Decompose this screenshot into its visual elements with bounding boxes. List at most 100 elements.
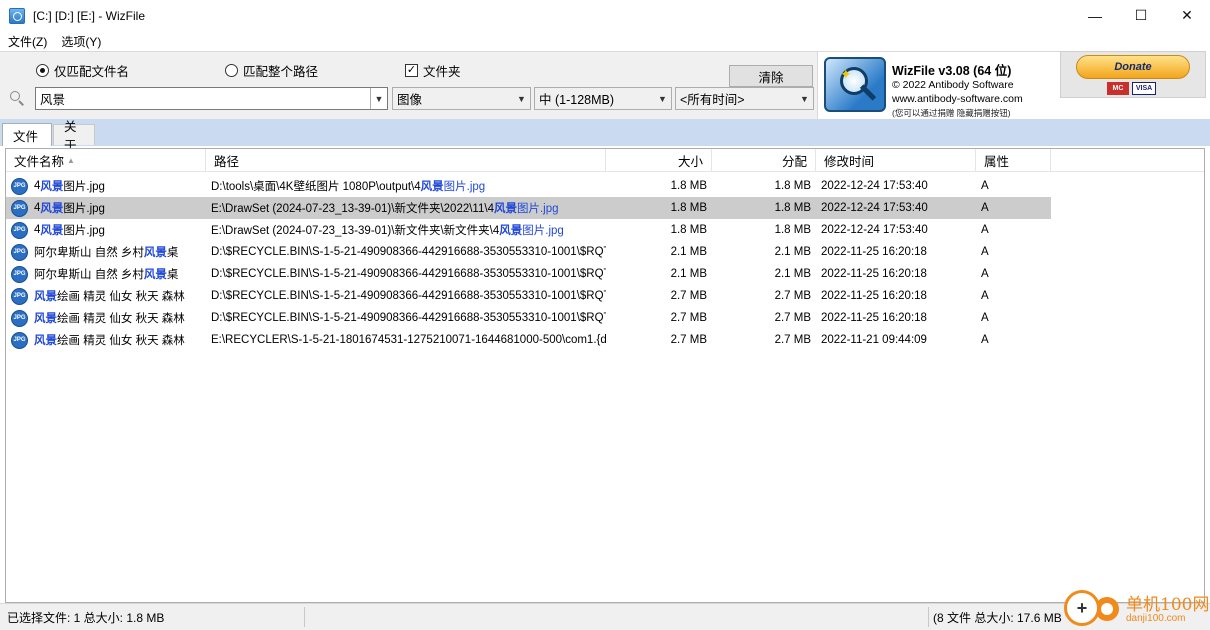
table-row[interactable]: JPG 风景 绘画 精灵 仙女 秋天 森林 E:\RECYCLER\S-1-5-21… [6,329,1051,351]
about-panel: ✦ WizFile v3.08 (64 位) © 2022 Antibody S… [817,51,1060,119]
tab-strip: 文件 关于 [0,119,1210,153]
donate-button[interactable]: Donate [1076,55,1190,79]
jpg-file-icon: JPG [11,177,28,195]
watermark-url: danji100.com [1126,613,1186,624]
cell-attributes: A [981,180,989,192]
table-row[interactable]: JPG 4 风景 图片.jpg E:\DrawSet (2024-07-23_13-39… [6,219,1051,241]
cell-modified: 2022-12-24 17:53:40 [821,224,928,236]
search-match-text: 图片.jpg [63,181,105,193]
search-match-text: 桌 [166,247,179,259]
column-header-modified[interactable]: 修改时间 [816,149,976,172]
column-header-path[interactable]: 路径 [206,149,606,172]
type-filter-select[interactable]: 图像 ▼ [392,87,531,110]
text-segment: D:\tools\桌面\4K壁纸图片 1080P\output\4 [211,181,421,193]
text-segment: 阿尔卑斯山 自然 乡村 [34,247,144,259]
cell-name: JPG 4 风景 图片.jpg [6,197,206,219]
cell-attributes: A [981,202,989,214]
search-match-text: 风景 [493,203,517,215]
match-fullpath-radio[interactable]: 匹配整个路径 [225,61,318,80]
donate-panel: Donate MC VISA [1060,51,1206,98]
table-row[interactable]: JPG 风景 绘画 精灵 仙女 秋天 森林 D:\$RECYCLE.BIN\S-1-… [6,285,1051,307]
tab-files[interactable]: 文件 [2,123,52,146]
menu-file[interactable]: 文件(Z) [0,33,54,50]
minimize-button[interactable]: — [1072,0,1118,31]
size-filter-select[interactable]: 中 (1-128MB) ▼ [534,87,672,110]
app-version: WizFile v3.08 (64 位) [892,64,1012,78]
cell-allocated: 1.8 MB [774,202,811,214]
cell-name: JPG 风景 绘画 精灵 仙女 秋天 森林 [6,285,206,307]
search-match-text: 图片.jpg [522,225,564,237]
wizfile-app-icon [9,7,25,24]
cell-name: JPG 阿尔卑斯山 自然 乡村 风景 桌 [6,241,206,263]
close-button[interactable]: ✕ [1164,0,1210,31]
cell-attributes: A [981,334,989,346]
time-filter-select[interactable]: <所有时间> ▼ [675,87,814,110]
text-segment: D:\$RECYCLE.BIN\S-1-5-21-490908366-44291… [211,268,606,280]
cell-attributes: A [981,224,989,236]
jpg-file-icon: JPG [11,331,28,349]
radio-checked-icon [36,64,49,77]
results-list[interactable]: 文件名称 ▲ 路径 大小 分配 修改时间 属性 JPG 4 风景 图片.jpg D:\to… [5,148,1205,603]
search-match-text: 绘画 精灵 仙女 秋天 森林 [57,313,185,325]
selection-status: 已选择文件: 1 总大小: 1.8 MB [7,611,165,625]
cell-allocated: 1.8 MB [774,180,811,192]
list-header: 文件名称 ▲ 路径 大小 分配 修改时间 属性 [6,149,1204,172]
cell-path: E:\DrawSet (2024-07-23_13-39-01)\新文件夹\新文… [206,219,606,241]
cell-path: D:\$RECYCLE.BIN\S-1-5-21-490908366-44291… [206,285,606,307]
type-filter-value: 图像 [397,93,423,107]
jpg-file-icon: JPG [11,199,28,217]
title-bar: [C:] [D:] [E:] - WizFile — ☐ ✕ [0,0,1210,31]
folders-checkbox[interactable]: ✓ 文件夹 [405,61,461,80]
cell-name: JPG 风景 绘画 精灵 仙女 秋天 森林 [6,329,206,351]
jpg-file-icon: JPG [11,309,28,327]
cell-size: 1.8 MB [670,202,707,214]
table-row[interactable]: JPG 4 风景 图片.jpg E:\DrawSet (2024-07-23_13-39… [6,197,1051,219]
cell-path: D:\$RECYCLE.BIN\S-1-5-21-490908366-44291… [206,263,606,285]
donate-note: (您可以通过捐赠 隐藏捐赠按钮) [892,108,1011,118]
status-divider [928,607,929,627]
total-status: (8 文件 总大小: 17.6 MB [933,611,1062,625]
search-match-text: 风景 [40,203,64,215]
match-filename-radio[interactable]: 仅匹配文件名 [36,61,129,80]
website-link[interactable]: www.antibody-software.com [892,93,1023,105]
cell-size: 2.1 MB [670,268,707,280]
table-row[interactable]: JPG 阿尔卑斯山 自然 乡村 风景 桌 D:\$RECYCLE.BIN\S-1-5… [6,263,1051,285]
clear-button[interactable]: 清除 [729,65,813,87]
search-match-text: 风景 [34,313,57,325]
cell-modified: 2022-11-25 16:20:18 [821,268,927,280]
search-options-panel: 仅匹配文件名 匹配整个路径 ✓ 文件夹 清除 风景 ▼ 图像 ▼ 中 (1-12… [0,51,817,119]
column-header-size[interactable]: 大小 [606,149,712,172]
menu-options[interactable]: 选项(Y) [54,33,108,50]
cell-name: JPG 4 风景 图片.jpg [6,175,206,197]
cell-path: D:\$RECYCLE.BIN\S-1-5-21-490908366-44291… [206,241,606,263]
table-row[interactable]: JPG 风景 绘画 精灵 仙女 秋天 森林 D:\$RECYCLE.BIN\S-1-… [6,307,1051,329]
cell-allocated: 1.8 MB [774,224,811,236]
tab-about[interactable]: 关于 [53,120,95,153]
status-divider [304,607,305,627]
cell-allocated: 2.7 MB [774,290,811,302]
watermark-text: 单机100网 [1126,595,1210,615]
table-row[interactable]: JPG 阿尔卑斯山 自然 乡村 风景 桌 D:\$RECYCLE.BIN\S-1-5… [6,241,1051,263]
cell-size: 2.7 MB [670,290,707,302]
window-title: [C:] [D:] [E:] - WizFile [33,8,146,23]
wizfile-logo[interactable] [824,57,886,112]
cell-name: JPG 4 风景 图片.jpg [6,219,206,241]
column-header-attributes[interactable]: 属性 [976,149,1051,172]
cell-allocated: 2.1 MB [774,268,811,280]
text-segment: E:\DrawSet (2024-07-23_13-39-01)\新文件夹\新文… [211,225,500,237]
table-row[interactable]: JPG 4 风景 图片.jpg D:\tools\桌面\4K壁纸图片 1080P\out… [6,175,1051,197]
maximize-button[interactable]: ☐ [1118,0,1164,31]
jpg-file-icon: JPG [11,243,28,261]
search-input[interactable]: 风景 ▼ [35,87,388,110]
search-match-text: 图片.jpg [63,203,105,215]
column-header-allocated[interactable]: 分配 [712,149,816,172]
column-header-name[interactable]: 文件名称 ▲ [6,149,206,172]
chevron-down-icon[interactable]: ▼ [370,88,387,109]
text-segment: D:\$RECYCLE.BIN\S-1-5-21-490908366-44291… [211,246,606,258]
search-match-text: 图片.jpg [516,203,559,215]
cell-modified: 2022-11-25 16:20:18 [821,246,927,258]
search-match-text: 风景 [143,269,167,281]
time-filter-value: <所有时间> [680,93,745,107]
visa-icon: VISA [1132,82,1156,95]
search-match-text: 桌 [166,269,179,281]
